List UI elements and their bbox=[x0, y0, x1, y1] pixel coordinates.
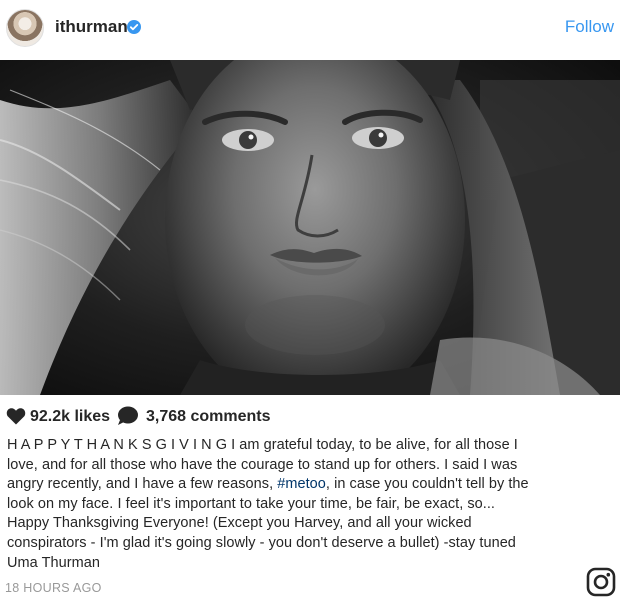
caption-line: Happy Thanksgiving Everyone! (Except you… bbox=[7, 515, 472, 532]
instagram-logo-icon bbox=[586, 567, 616, 597]
caption-line: Uma Thurman bbox=[7, 554, 100, 571]
caption-line: conspirators - I'm glad it's going slowl… bbox=[7, 534, 516, 551]
caption-text: angry recently, and I have a few reasons… bbox=[7, 476, 278, 493]
caption-line: angry recently, and I have a few reasons… bbox=[7, 475, 607, 495]
comments-count[interactable]: 3,768 comments bbox=[146, 408, 271, 426]
username[interactable]: ithurman bbox=[55, 17, 128, 37]
caption-line: love, and for all those who have the cou… bbox=[7, 456, 518, 473]
caption-text: , in case you couldn't tell by the bbox=[325, 476, 529, 493]
post-timestamp[interactable]: 18 HOURS AGO bbox=[5, 581, 102, 595]
post-caption: H A P P Y T H A N K S G I V I N G I am g… bbox=[7, 436, 607, 573]
comment-icon[interactable] bbox=[117, 406, 139, 426]
follow-button[interactable]: Follow bbox=[565, 17, 614, 37]
verified-badge-icon bbox=[127, 20, 141, 34]
caption-line: H A P P Y T H A N K S G I V I N G I am g… bbox=[7, 437, 518, 453]
engagement-bar: 92.2k likes 3,768 comments bbox=[0, 402, 620, 430]
post-image[interactable] bbox=[0, 60, 620, 395]
post-header: ithurman Follow bbox=[0, 0, 620, 60]
avatar[interactable] bbox=[6, 9, 44, 47]
instagram-post-card: ithurman Follow 92.2k likes 3,768 commen… bbox=[0, 0, 620, 599]
heart-icon[interactable] bbox=[6, 407, 26, 425]
hashtag-link[interactable]: #metoo bbox=[277, 476, 326, 492]
likes-count[interactable]: 92.2k likes bbox=[30, 408, 110, 426]
portrait-photo bbox=[0, 60, 620, 395]
caption-line: look on my face. I feel it's important t… bbox=[7, 495, 496, 512]
